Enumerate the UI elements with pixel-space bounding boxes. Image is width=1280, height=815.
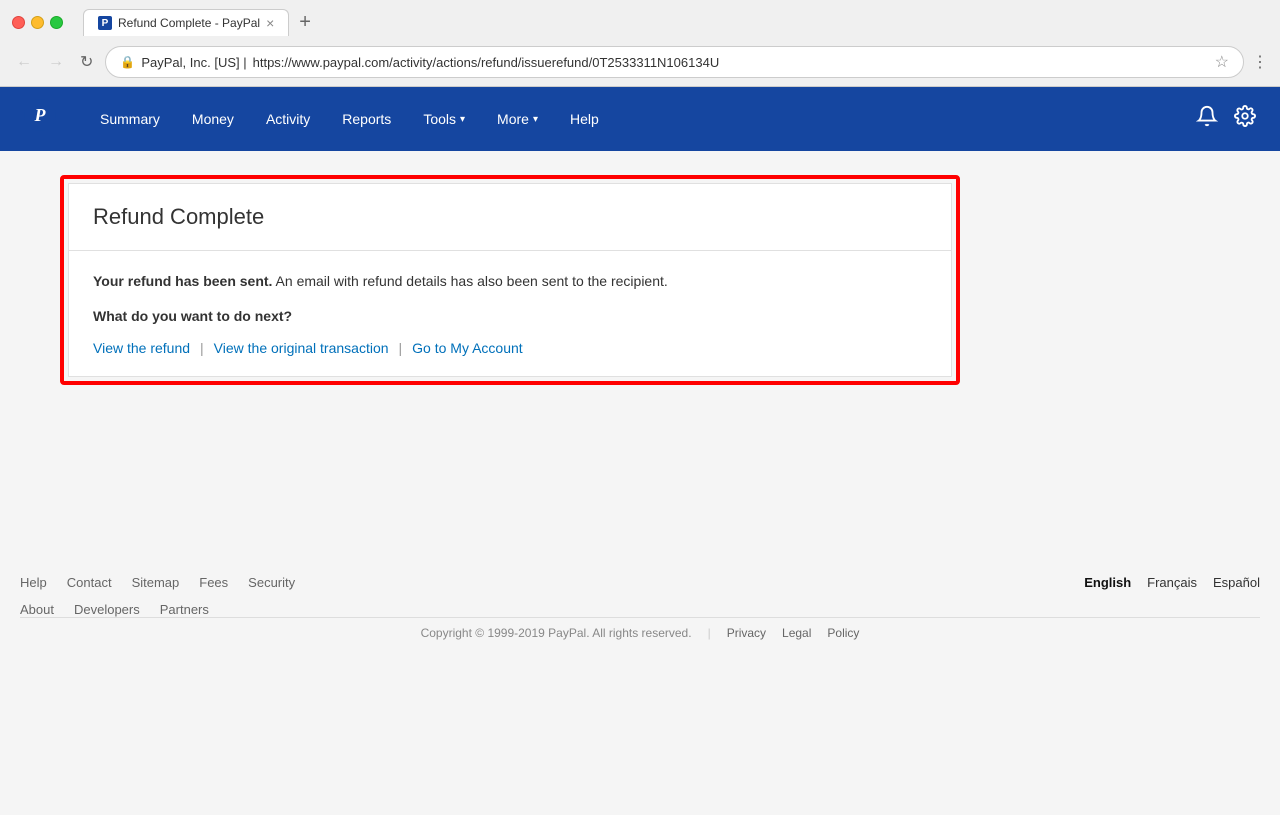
- browser-menu-button[interactable]: ⋮: [1252, 52, 1268, 72]
- footer-separator: |: [708, 626, 711, 640]
- footer-developers[interactable]: Developers: [74, 602, 140, 617]
- tools-chevron-icon: ▾: [460, 114, 465, 125]
- browser-titlebar: P Refund Complete - PayPal × +: [0, 0, 1280, 42]
- browser-tabs: P Refund Complete - PayPal × +: [83, 8, 319, 36]
- refund-actions: View the refund | View the original tran…: [93, 340, 927, 356]
- address-bar-row: ← → ↻ 🔒 PayPal, Inc. [US] | https://www.…: [0, 42, 1280, 86]
- paypal-logo-svg: P: [24, 99, 56, 131]
- footer-security[interactable]: Security: [248, 575, 295, 590]
- footer-languages: English Français Español: [1084, 575, 1260, 590]
- paypal-navbar: P Summary Money Activity Reports Tools ▾…: [0, 87, 1280, 151]
- tab-title: Refund Complete - PayPal: [118, 16, 260, 30]
- refund-message-rest: An email with refund details has also be…: [272, 273, 667, 289]
- nav-more[interactable]: More ▾: [483, 103, 552, 135]
- footer-left-links: Help Contact Sitemap Fees Security About…: [20, 575, 295, 617]
- tab-close-button[interactable]: ×: [266, 15, 274, 31]
- go-to-account-link[interactable]: Go to My Account: [412, 340, 523, 356]
- refund-title: Refund Complete: [93, 204, 927, 230]
- browser-dots: [12, 16, 63, 29]
- close-dot[interactable]: [12, 16, 25, 29]
- maximize-dot[interactable]: [50, 16, 63, 29]
- notifications-button[interactable]: [1196, 105, 1218, 133]
- browser-chrome: P Refund Complete - PayPal × + ← → ↻ 🔒 P…: [0, 0, 1280, 87]
- view-refund-link[interactable]: View the refund: [93, 340, 190, 356]
- footer-policy[interactable]: Policy: [827, 626, 859, 640]
- svg-text:P: P: [34, 105, 47, 125]
- footer: Help Contact Sitemap Fees Security About…: [0, 551, 1280, 656]
- footer-sitemap[interactable]: Sitemap: [132, 575, 180, 590]
- refund-title-section: Refund Complete: [69, 184, 951, 251]
- nav-help[interactable]: Help: [556, 103, 613, 135]
- highlight-box: Refund Complete Your refund has been sen…: [60, 175, 960, 385]
- nav-links: Summary Money Activity Reports Tools ▾ M…: [86, 103, 1196, 135]
- content-wrapper: Refund Complete Your refund has been sen…: [40, 175, 1240, 385]
- settings-button[interactable]: [1234, 105, 1256, 133]
- refund-message: Your refund has been sent. An email with…: [93, 271, 927, 292]
- address-bar[interactable]: 🔒 PayPal, Inc. [US] | https://www.paypal…: [105, 46, 1244, 78]
- nav-summary[interactable]: Summary: [86, 103, 174, 135]
- footer-bottom: Copyright © 1999-2019 PayPal. All rights…: [20, 617, 1260, 640]
- footer-top-area: Help Contact Sitemap Fees Security About…: [20, 575, 1260, 617]
- refund-card: Refund Complete Your refund has been sen…: [68, 183, 952, 377]
- address-url: https://www.paypal.com/activity/actions/…: [253, 55, 720, 70]
- forward-button[interactable]: →: [44, 51, 68, 73]
- address-prefix: PayPal, Inc. [US] |: [141, 55, 246, 70]
- lang-spanish[interactable]: Español: [1213, 575, 1260, 590]
- view-original-link[interactable]: View the original transaction: [214, 340, 389, 356]
- main-content: Refund Complete Your refund has been sen…: [0, 151, 1280, 551]
- separator-2: |: [399, 340, 403, 356]
- nav-money[interactable]: Money: [178, 103, 248, 135]
- minimize-dot[interactable]: [31, 16, 44, 29]
- bookmark-button[interactable]: ☆: [1215, 52, 1229, 72]
- footer-partners[interactable]: Partners: [160, 602, 209, 617]
- footer-links-row1: Help Contact Sitemap Fees Security: [20, 575, 295, 590]
- nav-reports[interactable]: Reports: [328, 103, 405, 135]
- nav-activity[interactable]: Activity: [252, 103, 324, 135]
- copyright-text: Copyright © 1999-2019 PayPal. All rights…: [421, 626, 692, 640]
- refund-question: What do you want to do next?: [93, 308, 927, 324]
- back-button[interactable]: ←: [12, 51, 36, 73]
- more-chevron-icon: ▾: [533, 114, 538, 125]
- paypal-logo: P: [24, 99, 56, 139]
- refund-message-bold: Your refund has been sent.: [93, 273, 272, 289]
- footer-legal[interactable]: Legal: [782, 626, 811, 640]
- lang-french[interactable]: Français: [1147, 575, 1197, 590]
- footer-help[interactable]: Help: [20, 575, 47, 590]
- tab-favicon: P: [98, 16, 112, 30]
- footer-contact[interactable]: Contact: [67, 575, 112, 590]
- footer-fees[interactable]: Fees: [199, 575, 228, 590]
- lock-icon: 🔒: [120, 55, 135, 69]
- lang-english[interactable]: English: [1084, 575, 1131, 590]
- refresh-button[interactable]: ↻: [76, 50, 97, 74]
- footer-about[interactable]: About: [20, 602, 54, 617]
- active-tab[interactable]: P Refund Complete - PayPal ×: [83, 9, 289, 36]
- new-tab-button[interactable]: +: [291, 8, 319, 36]
- separator-1: |: [200, 340, 204, 356]
- footer-privacy[interactable]: Privacy: [727, 626, 766, 640]
- nav-tools[interactable]: Tools ▾: [409, 103, 479, 135]
- footer-links-row2: About Developers Partners: [20, 602, 295, 617]
- nav-icons: [1196, 105, 1256, 133]
- refund-body: Your refund has been sent. An email with…: [69, 251, 951, 376]
